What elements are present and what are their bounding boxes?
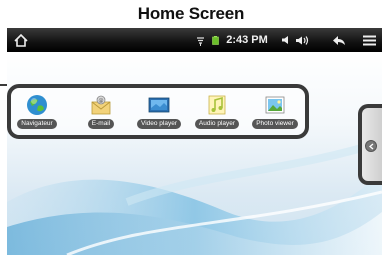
app-photo-viewer[interactable]: Photo viewer xyxy=(251,94,299,136)
svg-text:@: @ xyxy=(99,98,104,104)
volume-down-icon[interactable] xyxy=(280,28,292,52)
app-label: E-mail xyxy=(87,119,115,129)
clock-time: 2:43 PM xyxy=(226,34,268,46)
app-drawer-tab[interactable] xyxy=(358,104,382,185)
photo-viewer-icon xyxy=(265,96,285,114)
app-video-player[interactable]: Video player xyxy=(135,94,183,136)
menu-icon[interactable] xyxy=(361,28,377,52)
wallpaper xyxy=(7,52,382,255)
email-icon: @ xyxy=(91,95,111,115)
back-icon[interactable] xyxy=(331,28,347,52)
app-label: Audio player xyxy=(194,119,240,129)
app-label: Photo viewer xyxy=(252,119,298,129)
app-email[interactable]: @ E-mail xyxy=(77,94,125,136)
callout-line xyxy=(0,84,7,86)
volume-up-icon[interactable] xyxy=(294,28,310,52)
chevron-left-icon xyxy=(365,140,377,152)
app-label: Video player xyxy=(136,119,182,129)
audio-player-icon xyxy=(208,95,226,115)
app-label: Navigateur xyxy=(17,119,57,129)
app-navigateur[interactable]: Navigateur xyxy=(13,94,61,136)
page-title: Home Screen xyxy=(137,4,245,23)
status-bar: 2:43 PM xyxy=(7,28,382,52)
video-player-icon xyxy=(148,97,170,113)
battery-icon xyxy=(211,28,219,52)
device-screen: 2:43 PM Navigateur @ E-mail Video player… xyxy=(7,28,382,255)
globe-icon xyxy=(27,95,47,115)
app-audio-player[interactable]: Audio player xyxy=(193,94,241,136)
app-dock: Navigateur @ E-mail Video player Audio p… xyxy=(7,84,309,139)
home-icon[interactable] xyxy=(13,28,29,52)
wifi-icon xyxy=(195,28,205,52)
